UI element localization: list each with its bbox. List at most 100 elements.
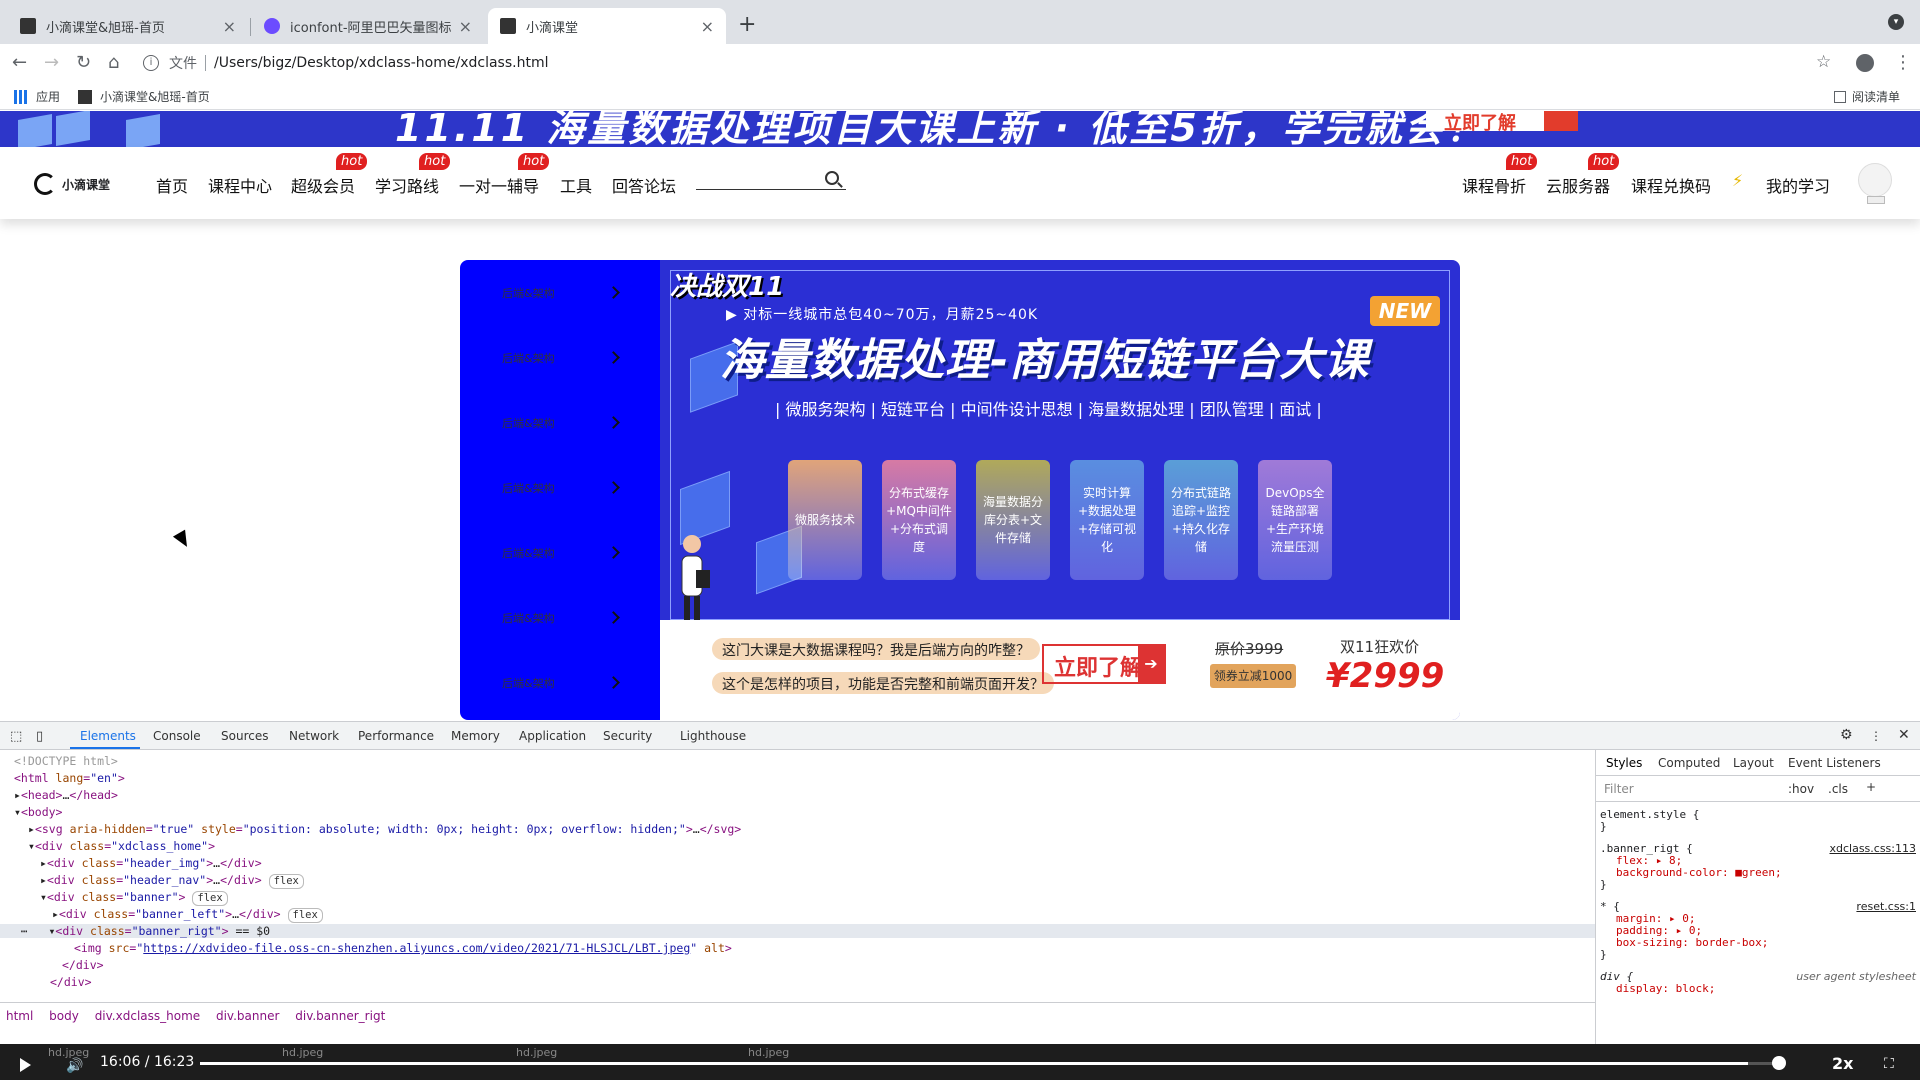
banner-menu-item[interactable]: 后端&架构 (460, 455, 660, 520)
tab-xdclass-home[interactable]: 小滴课堂&旭瑶-首页 × (8, 8, 248, 44)
banner-menu-item[interactable]: 后端&架构 (460, 390, 660, 455)
nav-item-home[interactable]: 首页 (156, 173, 188, 197)
hov-toggle[interactable]: :hov (1788, 782, 1814, 796)
search-input[interactable] (696, 189, 846, 190)
top-promo-button[interactable]: 立即了解 (1426, 111, 1578, 134)
add-rule-icon[interactable]: + (1866, 780, 1876, 794)
banner-menu-item[interactable]: 后端&架构 (460, 260, 660, 325)
breadcrumb-item[interactable]: div.xdclass_home (95, 1009, 200, 1023)
dom-node[interactable]: <html lang="en"> (14, 771, 125, 785)
devtools-tab-memory[interactable]: Memory (451, 729, 500, 743)
banner-menu-item[interactable]: 后端&架构 (460, 650, 660, 715)
elements-tree[interactable]: <!DOCTYPE html> <html lang="en"> ▸<head>… (0, 750, 1595, 1020)
new-tab-button[interactable]: + (738, 12, 756, 37)
device-toolbar-icon[interactable]: ▯ (36, 729, 43, 744)
devtools-tab-application[interactable]: Application (519, 729, 586, 743)
home-icon[interactable]: ⌂ (108, 52, 119, 73)
css-property[interactable]: box-sizing: border-box; (1616, 936, 1768, 949)
download-item[interactable]: hd.jpeg (282, 1046, 323, 1059)
search-icon[interactable] (825, 171, 839, 185)
css-property[interactable]: background-color: ■green; (1616, 866, 1782, 879)
devtools-tab-elements[interactable]: Elements (80, 729, 136, 743)
dom-node[interactable]: ▸<div class="header_nav">…</div> flex (40, 873, 304, 889)
coupon-badge[interactable]: 领券立减1000 (1210, 664, 1296, 688)
tab-close-icon[interactable]: × (701, 17, 714, 36)
cls-toggle[interactable]: .cls (1828, 782, 1848, 796)
dom-node[interactable]: ▸<div class="header_img">…</div> (40, 856, 262, 870)
more-menu-icon[interactable]: ⋮ (1894, 52, 1912, 73)
element-style-rule[interactable]: element.style { (1600, 808, 1699, 821)
reading-list[interactable]: 阅读清单 (1834, 88, 1900, 105)
devtools-tab-security[interactable]: Security (603, 729, 652, 743)
devtools-tab-console[interactable]: Console (153, 729, 201, 743)
css-source-link[interactable]: reset.css:1 (1856, 900, 1916, 913)
dom-node[interactable]: ▾<div class="banner"> flex (40, 890, 228, 906)
tab-styles[interactable]: Styles (1606, 756, 1642, 770)
site-logo[interactable]: 小滴课堂 (34, 173, 110, 195)
nav-item-roadmap[interactable]: 学习路线 (375, 173, 439, 197)
nav-item-courses[interactable]: 课程中心 (208, 173, 272, 197)
banner-menu-item[interactable]: 后端&架构 (460, 585, 660, 650)
volume-icon[interactable]: 🔊 (66, 1058, 83, 1074)
tab-event-listeners[interactable]: Event Listeners (1788, 756, 1881, 770)
download-item[interactable]: hd.jpeg (748, 1046, 789, 1059)
dom-node[interactable]: <img src="https://xdvideo-file.oss-cn-sh… (74, 941, 732, 955)
back-arrow-icon[interactable]: ← (12, 52, 27, 73)
breadcrumb-item[interactable]: div.banner (216, 1009, 279, 1023)
dom-node-selected[interactable]: ⋯ ▾<div class="banner_rigt"> == $0 (0, 924, 1595, 938)
url-text[interactable]: /Users/bigz/Desktop/xdclass-home/xdclass… (214, 55, 548, 71)
nav-item-tools[interactable]: 工具 (560, 173, 592, 197)
info-icon[interactable]: i (143, 55, 159, 71)
devtools-tab-performance[interactable]: Performance (358, 729, 434, 743)
forward-arrow-icon[interactable]: → (44, 52, 59, 73)
bookmark-apps[interactable]: 应用 (14, 88, 60, 105)
more-menu-icon[interactable]: ⋮ (1870, 729, 1882, 743)
address-bar[interactable]: i 文件 /Users/bigz/Desktop/xdclass-home/xd… (143, 48, 1823, 78)
tab-search-icon[interactable]: ▾ (1888, 14, 1904, 30)
breadcrumb-item[interactable]: div.banner_rigt (295, 1009, 385, 1023)
dom-node[interactable]: </div> (62, 958, 104, 972)
banner-image[interactable]: 决战双11 ▶ 对标一线城市总包40~70万，月薪25~40K NEW 海量数据… (660, 260, 1460, 720)
dom-node[interactable]: ▸<head>…</head> (14, 788, 118, 802)
devtools-tab-network[interactable]: Network (289, 729, 339, 743)
dom-node[interactable]: </div> (50, 975, 92, 989)
learn-more-button[interactable]: 立即了解 ➔ (1042, 644, 1166, 684)
dom-node[interactable]: ▾<body> (14, 805, 62, 819)
tab-xdclass-active[interactable]: 小滴课堂 × (488, 8, 726, 44)
playback-speed[interactable]: 2x (1832, 1054, 1853, 1073)
breadcrumb-item[interactable]: body (49, 1009, 79, 1023)
nav-item-my-learning[interactable]: 我的学习 (1766, 173, 1830, 197)
nav-item-cloud-server[interactable]: 云服务器 (1546, 173, 1610, 197)
nav-item-vip[interactable]: 超级会员 (291, 173, 355, 197)
nav-item-redeem-code[interactable]: 课程兑换码 (1631, 173, 1711, 197)
top-promo-banner[interactable]: 11.11 海量数据处理项目大课上新 · 低至5折，学完就会！ 立即了解 (0, 111, 1920, 147)
video-progress-bar[interactable] (200, 1062, 1780, 1065)
styles-filter-input[interactable]: Filter (1604, 782, 1634, 796)
reload-icon[interactable]: ↻ (76, 52, 91, 73)
play-icon[interactable] (20, 1058, 31, 1072)
nav-item-forum[interactable]: 回答论坛 (612, 173, 676, 197)
avatar[interactable] (1858, 163, 1892, 204)
tab-layout[interactable]: Layout (1733, 756, 1774, 770)
dom-node[interactable]: ▾<div class="xdclass_home"> (28, 839, 215, 853)
devtools-tab-lighthouse[interactable]: Lighthouse (680, 729, 746, 743)
profile-icon[interactable] (1856, 54, 1874, 72)
dom-node[interactable]: ▸<svg aria-hidden="true" style="position… (28, 822, 741, 836)
css-source-link[interactable]: xdclass.css:113 (1829, 842, 1916, 855)
nav-item-discount[interactable]: 课程骨折 (1462, 173, 1526, 197)
bookmark-xdclass[interactable]: 小滴课堂&旭瑶-首页 (78, 88, 210, 105)
breadcrumb-item[interactable]: html (6, 1009, 33, 1023)
inspect-element-icon[interactable]: ⬚ (10, 729, 22, 744)
tab-close-icon[interactable]: × (223, 17, 236, 36)
banner-menu-item[interactable]: 后端&架构 (460, 520, 660, 585)
devtools-tab-sources[interactable]: Sources (221, 729, 268, 743)
tab-computed[interactable]: Computed (1658, 756, 1720, 770)
dom-node[interactable]: ▸<div class="banner_left">…</div> flex (52, 907, 323, 923)
banner-menu-item[interactable]: 后端&架构 (460, 325, 660, 390)
img-src-link[interactable]: https://xdvideo-file.oss-cn-shenzhen.ali… (143, 941, 690, 955)
fullscreen-icon[interactable]: ⛶ (1884, 1056, 1894, 1072)
nav-item-tutoring[interactable]: 一对一辅导 (459, 173, 539, 197)
gear-icon[interactable]: ⚙ (1840, 727, 1853, 743)
video-progress-handle[interactable] (1772, 1056, 1786, 1070)
tab-iconfont[interactable]: iconfont-阿里巴巴矢量图标库 × (252, 8, 484, 44)
